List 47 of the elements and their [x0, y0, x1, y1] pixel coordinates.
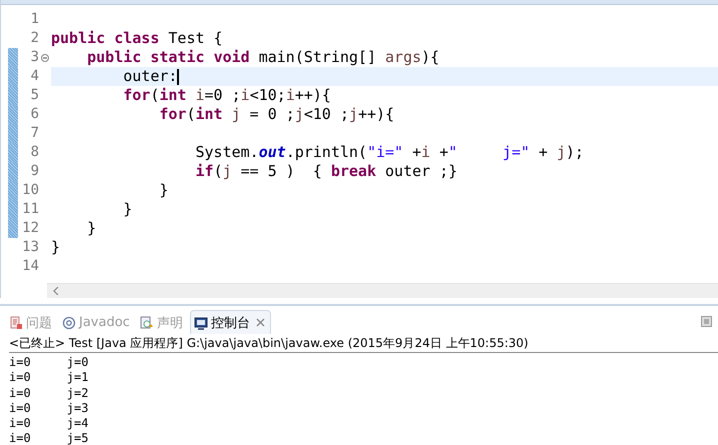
- code-line: }: [158, 181, 168, 200]
- monitor-icon: [194, 316, 208, 330]
- text-cursor: [177, 68, 180, 84]
- code-line: public static void main(String[] args){: [86, 48, 440, 67]
- scroll-left-icon[interactable]: [53, 287, 59, 295]
- code-line: }: [86, 219, 96, 238]
- console-output-line: i=0 j=0: [9, 355, 90, 370]
- line-number: 6: [30, 106, 39, 122]
- line-number: 14: [22, 258, 39, 274]
- code-line: for(int j = 0 ;j<10 ;j++){: [158, 105, 394, 124]
- console-output-line: i=0 j=5: [9, 431, 90, 445]
- code-line: }: [51, 238, 60, 257]
- line-number: 3: [30, 49, 39, 65]
- collapse-icon[interactable]: [41, 54, 49, 62]
- code-line: System.out.println("i=" +i +" j=" + j);: [194, 143, 584, 162]
- console-header: <已终止> Test [Java 应用程序] G:\java\java\bin\javaw.exe (2015年9月24日 上午10:55:30): [9, 334, 718, 353]
- line-number: 2: [30, 30, 39, 46]
- panel-tab[interactable]: Javadoc: [59, 311, 135, 334]
- console-output-line: i=0 j=4: [9, 416, 90, 432]
- line-number: 4: [30, 68, 39, 84]
- line-number: 9: [30, 163, 39, 179]
- code-line: if(j == 5 ) { break outer ;}: [194, 162, 458, 181]
- minimize-icon[interactable]: [701, 316, 712, 326]
- ring-icon: [62, 316, 76, 330]
- line-number: 10: [22, 182, 39, 198]
- panel-tab[interactable]: 问题: [6, 311, 57, 334]
- panel-tab[interactable]: 控制台: [190, 310, 271, 334]
- line-number: 5: [30, 87, 39, 103]
- console-output-line: i=0 j=2: [9, 386, 90, 401]
- console-output-line: i=0 j=3: [9, 400, 90, 416]
- code-line: for(int i=0 ;i<10;i++){: [122, 86, 331, 105]
- code-line: public class Test {: [51, 29, 223, 48]
- horizontal-scrollbar[interactable]: [47, 283, 718, 298]
- line-number: 11: [22, 201, 39, 217]
- line-number: 7: [30, 125, 39, 141]
- line-number: 1: [30, 11, 39, 27]
- close-icon[interactable]: [256, 318, 265, 327]
- line-number: 13: [22, 239, 39, 255]
- console-output-line: i=0 j=1: [9, 370, 90, 386]
- line-number: 8: [30, 144, 39, 160]
- document-icon: [140, 316, 154, 330]
- warning-list-icon: [9, 316, 23, 330]
- code-line: }: [122, 200, 132, 219]
- code-editor[interactable]: [0, 0, 718, 298]
- line-number: 12: [22, 220, 39, 236]
- code-line: outer:: [122, 67, 178, 86]
- panel-tab[interactable]: 声明: [136, 311, 188, 334]
